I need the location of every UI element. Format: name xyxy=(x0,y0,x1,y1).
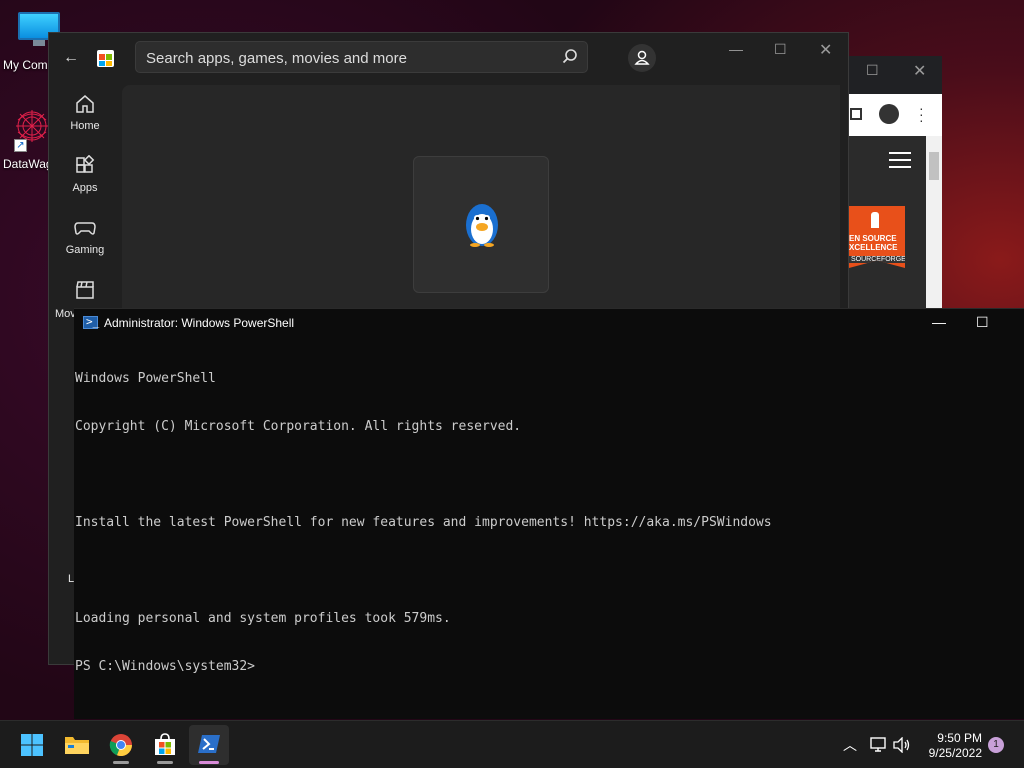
running-indicator xyxy=(157,761,173,764)
close-button[interactable]: ✕ xyxy=(913,61,926,81)
shortcut-arrow-icon: ↗ xyxy=(14,139,27,152)
browser-window[interactable]: ☐ ✕ · · · EN SOURCE XCELLENCE SOURCEFORGE xyxy=(849,56,942,308)
close-button[interactable]: ✕ xyxy=(819,40,832,60)
desktop-icon-label: My Com xyxy=(3,58,48,72)
console-prompt[interactable]: PS C:\Windows\system32> xyxy=(75,659,1015,675)
nav-label: Mov xyxy=(55,308,76,320)
search-icon[interactable] xyxy=(561,48,579,66)
maximize-button[interactable]: ☐ xyxy=(774,41,787,58)
sidebar-toggle-icon[interactable] xyxy=(850,108,862,120)
home-icon xyxy=(76,95,94,113)
nav-gaming[interactable]: Gaming xyxy=(49,217,121,256)
back-arrow-icon[interactable]: ← xyxy=(63,49,79,67)
store-icon xyxy=(155,733,175,755)
notification-badge[interactable]: 1 xyxy=(988,737,1004,753)
store-logo-icon xyxy=(97,50,114,67)
apps-icon xyxy=(76,155,95,173)
console-line: Windows PowerShell xyxy=(75,371,216,386)
nav-label: Home xyxy=(70,120,100,132)
app-tile[interactable] xyxy=(413,156,549,293)
console-line: Install the latest PowerShell for new fe… xyxy=(75,515,772,530)
maximize-button[interactable]: ☐ xyxy=(976,314,989,331)
minimize-button[interactable]: — xyxy=(932,314,946,330)
running-indicator xyxy=(113,761,129,764)
award-text: XCELLENCE xyxy=(849,243,898,252)
taskbar: ︿ 9:50 PM 9/25/2022 1 xyxy=(0,720,1024,768)
maximize-button[interactable]: ☐ xyxy=(866,62,879,79)
powershell-icon: >_ xyxy=(83,315,99,329)
console-output[interactable]: Windows PowerShell Copyright (C) Microso… xyxy=(75,339,1015,707)
network-icon[interactable] xyxy=(870,737,888,753)
taskbar-chrome[interactable] xyxy=(101,725,141,765)
torch-icon xyxy=(871,212,879,228)
account-button[interactable] xyxy=(628,44,656,72)
window-title: Administrator: Windows PowerShell xyxy=(104,316,295,330)
clock-time: 9:50 PM xyxy=(937,731,982,745)
sourceforge-award-badge: EN SOURCE XCELLENCE SOURCEFORGE xyxy=(849,206,905,268)
clock[interactable]: 9:50 PM 9/25/2022 xyxy=(922,731,982,761)
start-button[interactable] xyxy=(12,725,52,765)
minimize-button[interactable]: — xyxy=(729,41,743,57)
penguin-icon xyxy=(466,204,498,247)
menu-dots-icon[interactable]: · · · xyxy=(919,101,924,127)
desktop-icon-label: DataWag xyxy=(3,157,53,171)
nav-apps[interactable]: Apps xyxy=(49,155,121,194)
nav-label: Apps xyxy=(72,182,98,194)
search-input[interactable]: Search apps, games, movies and more xyxy=(135,41,588,73)
volume-icon[interactable] xyxy=(893,737,911,753)
browser-toolbar: · · · xyxy=(849,94,942,136)
movie-clapper-icon xyxy=(76,281,94,299)
powershell-window[interactable]: >_ Administrator: Windows PowerShell — ☐… xyxy=(74,308,1024,719)
web-page: EN SOURCE XCELLENCE SOURCEFORGE xyxy=(849,136,926,308)
search-placeholder: Search apps, games, movies and more xyxy=(146,50,407,67)
user-icon xyxy=(634,50,650,65)
award-text: SOURCEFORGE xyxy=(849,256,906,263)
chrome-icon xyxy=(109,734,133,757)
console-line: Loading personal and system profiles too… xyxy=(75,611,451,626)
nav-movies[interactable] xyxy=(49,279,121,306)
clock-date: 9/25/2022 xyxy=(928,746,982,760)
scrollbar-thumb[interactable] xyxy=(929,152,939,180)
console-line: Copyright (C) Microsoft Corporation. All… xyxy=(75,419,522,434)
title-bar[interactable]: >_ Administrator: Windows PowerShell — ☐ xyxy=(74,309,1024,337)
profile-icon[interactable] xyxy=(879,104,899,124)
active-indicator xyxy=(199,761,219,764)
powershell-icon xyxy=(198,735,220,753)
taskbar-powershell[interactable] xyxy=(189,725,229,765)
taskbar-file-explorer[interactable] xyxy=(57,725,97,765)
nav-home[interactable]: Home xyxy=(49,93,121,132)
folder-icon xyxy=(65,737,89,754)
nav-label: Gaming xyxy=(65,244,105,256)
taskbar-microsoft-store[interactable] xyxy=(145,725,185,765)
award-text: EN SOURCE xyxy=(849,234,897,243)
gamepad-icon xyxy=(74,222,96,235)
chevron-up-icon[interactable]: ︿ xyxy=(843,735,857,755)
windows-start-icon xyxy=(21,734,43,756)
hamburger-icon[interactable] xyxy=(889,152,911,168)
